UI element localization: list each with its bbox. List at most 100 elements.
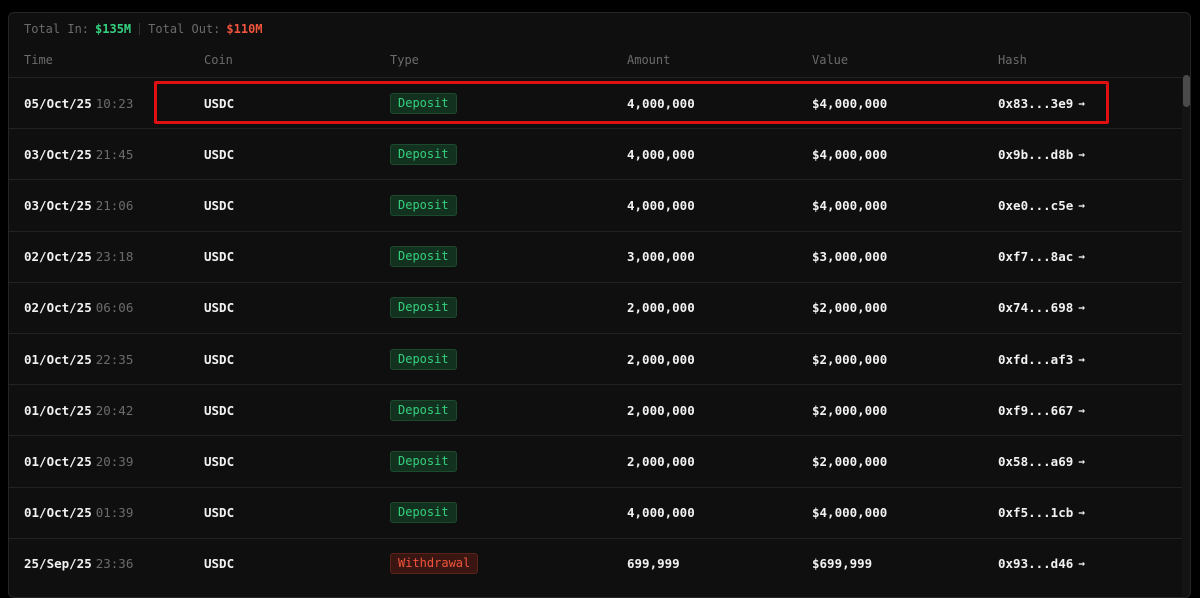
arrow-right-icon[interactable]: →: [1078, 199, 1085, 212]
date-text: 05/Oct/25: [24, 95, 92, 111]
coin-cell: USDC: [204, 351, 235, 367]
hash-link[interactable]: 0xf5...1cb →: [998, 488, 1085, 538]
column-header-hash: Hash: [998, 53, 1027, 67]
arrow-right-icon[interactable]: →: [1078, 506, 1085, 519]
total-out-label: Total Out:: [148, 22, 221, 36]
arrow-right-icon[interactable]: →: [1078, 148, 1085, 161]
scrollbar-thumb[interactable]: [1183, 75, 1190, 107]
column-header-amount: Amount: [627, 53, 671, 67]
table-row[interactable]: 02/Oct/25 23:18 USDC Deposit 3,000,000 $…: [9, 230, 1183, 282]
time-text: 06:06: [95, 300, 134, 316]
hash-link[interactable]: 0xfd...af3 →: [998, 334, 1085, 384]
amount-cell: 2,000,000: [627, 453, 695, 469]
type-cell: Deposit: [390, 232, 457, 282]
table-row[interactable]: 02/Oct/25 06:06 USDC Deposit 2,000,000 $…: [9, 281, 1183, 333]
deposit-badge: Deposit: [390, 450, 457, 472]
coin-cell: USDC: [204, 95, 235, 111]
column-header-type: Type: [390, 53, 419, 67]
hash-text[interactable]: 0x93...d46: [998, 556, 1073, 571]
time-cell: 01/Oct/25 20:39: [24, 436, 133, 486]
hash-text[interactable]: 0x9b...d8b: [998, 147, 1073, 162]
amount-cell: 4,000,000: [627, 146, 695, 162]
date-text: 01/Oct/25: [24, 453, 92, 469]
hash-text[interactable]: 0xe0...c5e: [998, 198, 1073, 213]
value-cell: $2,000,000: [812, 453, 888, 469]
table-row[interactable]: 01/Oct/25 22:35 USDC Deposit 2,000,000 $…: [9, 332, 1183, 384]
table-row[interactable]: 01/Oct/25 20:39 USDC Deposit 2,000,000 $…: [9, 435, 1183, 486]
amount-cell: 4,000,000: [627, 95, 695, 111]
hash-text[interactable]: 0xf9...667: [998, 403, 1073, 418]
amount-cell: 4,000,000: [627, 197, 695, 213]
hash-link[interactable]: 0xf7...8ac →: [998, 232, 1085, 282]
transactions-table-body: 05/Oct/25 10:23 USDC Deposit 4,000,000 $…: [9, 77, 1183, 589]
time-cell: 05/Oct/25 10:23: [24, 78, 133, 128]
withdrawal-badge: Withdrawal: [390, 553, 479, 575]
hash-link[interactable]: 0xe0...c5e →: [998, 180, 1085, 230]
deposit-badge: Deposit: [390, 399, 457, 421]
table-row[interactable]: 03/Oct/25 21:45 USDC Deposit 4,000,000 $…: [9, 128, 1183, 179]
total-in-value: $135M: [95, 22, 132, 36]
value-cell: $4,000,000: [812, 505, 888, 521]
arrow-right-icon[interactable]: →: [1078, 301, 1085, 314]
date-text: 01/Oct/25: [24, 505, 92, 521]
transactions-panel: Total In: $135M Total Out: $110M Time Co…: [8, 12, 1191, 598]
scrollbar[interactable]: [1182, 75, 1190, 595]
table-row[interactable]: 01/Oct/25 01:39 USDC Deposit 4,000,000 $…: [9, 486, 1183, 538]
value-cell: $2,000,000: [812, 351, 888, 367]
table-row[interactable]: 01/Oct/25 20:42 USDC Deposit 2,000,000 $…: [9, 384, 1183, 435]
total-in-label: Total In:: [24, 22, 90, 36]
amount-cell: 3,000,000: [627, 249, 695, 265]
hash-link[interactable]: 0x83...3e9 →: [998, 78, 1085, 128]
arrow-right-icon[interactable]: →: [1078, 250, 1085, 263]
type-cell: Deposit: [390, 385, 457, 435]
coin-cell: USDC: [204, 197, 235, 213]
amount-cell: 699,999: [627, 556, 680, 572]
hash-text[interactable]: 0xfd...af3: [998, 352, 1073, 367]
time-cell: 01/Oct/25 22:35: [24, 334, 133, 384]
hash-text[interactable]: 0x74...698: [998, 300, 1073, 315]
time-text: 21:45: [95, 146, 134, 162]
value-cell: $4,000,000: [812, 197, 888, 213]
coin-cell: USDC: [204, 249, 235, 265]
time-text: 21:06: [95, 197, 134, 213]
hash-text[interactable]: 0x83...3e9: [998, 96, 1073, 111]
hash-text[interactable]: 0x58...a69: [998, 454, 1073, 469]
amount-cell: 2,000,000: [627, 402, 695, 418]
hash-text[interactable]: 0xf7...8ac: [998, 249, 1073, 264]
date-text: 02/Oct/25: [24, 300, 92, 316]
hash-link[interactable]: 0x93...d46 →: [998, 539, 1085, 589]
deposit-badge: Deposit: [390, 92, 457, 114]
arrow-right-icon[interactable]: →: [1078, 557, 1085, 570]
deposit-badge: Deposit: [390, 297, 457, 319]
arrow-right-icon[interactable]: →: [1078, 455, 1085, 468]
type-cell: Deposit: [390, 180, 457, 230]
hash-link[interactable]: 0x9b...d8b →: [998, 129, 1085, 179]
coin-cell: USDC: [204, 300, 235, 316]
date-text: 03/Oct/25: [24, 146, 92, 162]
time-text: 20:39: [95, 453, 134, 469]
total-out-value: $110M: [226, 22, 263, 36]
time-cell: 03/Oct/25 21:06: [24, 180, 133, 230]
column-header-time: Time: [24, 53, 53, 67]
arrow-right-icon[interactable]: →: [1078, 97, 1085, 110]
time-cell: 25/Sep/25 23:36: [24, 539, 133, 589]
value-cell: $4,000,000: [812, 146, 888, 162]
table-row[interactable]: 03/Oct/25 21:06 USDC Deposit 4,000,000 $…: [9, 179, 1183, 230]
value-cell: $4,000,000: [812, 95, 888, 111]
hash-text[interactable]: 0xf5...1cb: [998, 505, 1073, 520]
date-text: 25/Sep/25: [24, 556, 92, 572]
arrow-right-icon[interactable]: →: [1078, 404, 1085, 417]
hash-link[interactable]: 0x74...698 →: [998, 283, 1085, 333]
time-text: 22:35: [95, 351, 134, 367]
arrow-right-icon[interactable]: →: [1078, 353, 1085, 366]
amount-cell: 2,000,000: [627, 300, 695, 316]
amount-cell: 2,000,000: [627, 351, 695, 367]
coin-cell: USDC: [204, 505, 235, 521]
coin-cell: USDC: [204, 146, 235, 162]
date-text: 01/Oct/25: [24, 402, 92, 418]
time-cell: 01/Oct/25 20:42: [24, 385, 133, 435]
hash-link[interactable]: 0x58...a69 →: [998, 436, 1085, 486]
table-row[interactable]: 05/Oct/25 10:23 USDC Deposit 4,000,000 $…: [9, 77, 1183, 128]
hash-link[interactable]: 0xf9...667 →: [998, 385, 1085, 435]
table-row[interactable]: 25/Sep/25 23:36 USDC Withdrawal 699,999 …: [9, 537, 1183, 589]
